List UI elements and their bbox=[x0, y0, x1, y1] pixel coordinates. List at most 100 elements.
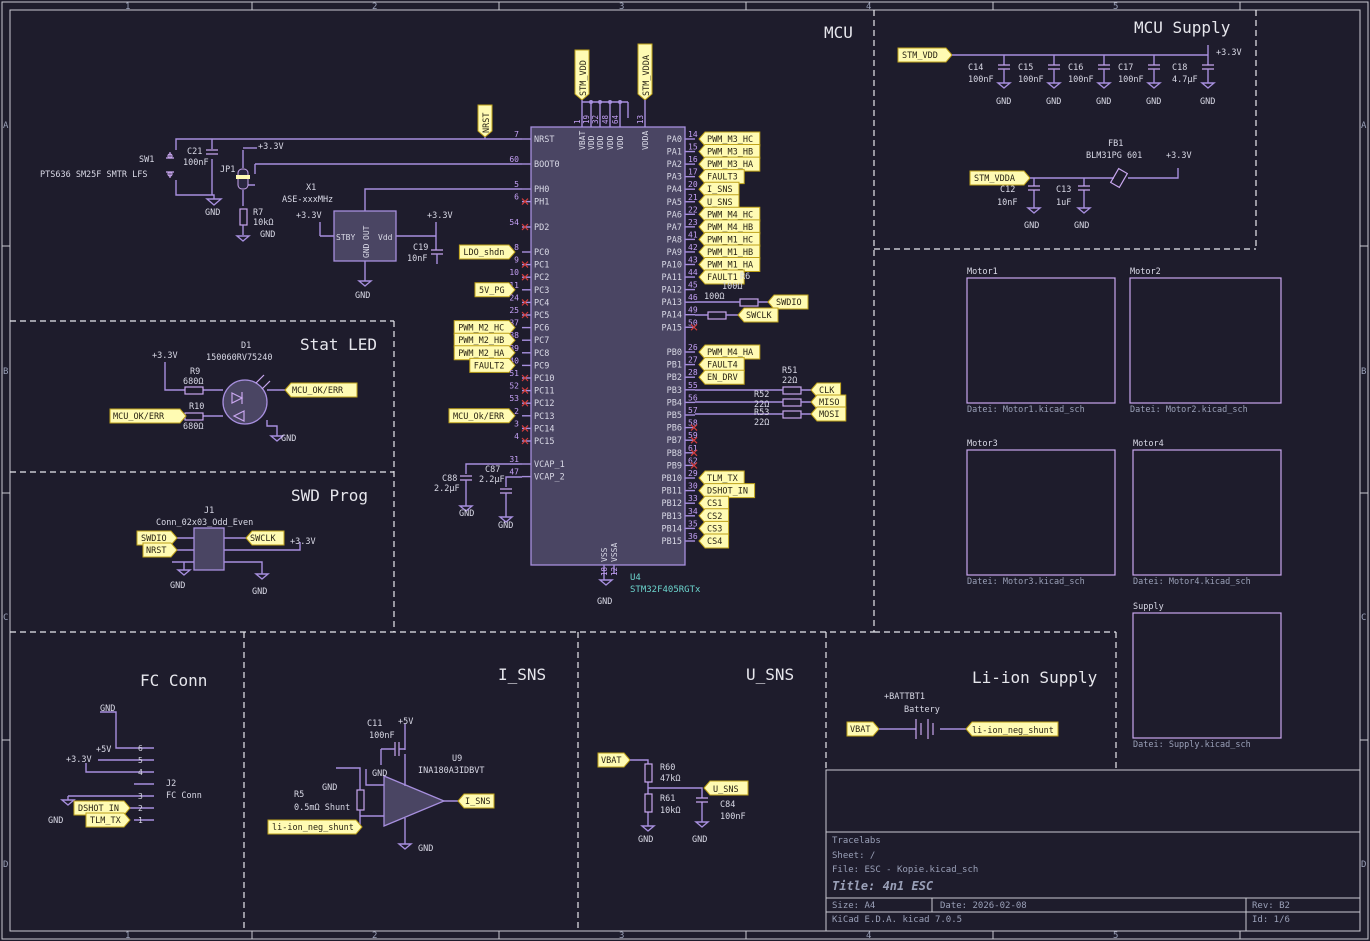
supply-cap-c15[interactable]: C15 100nF GND bbox=[1018, 63, 1062, 107]
label-cs3[interactable]: CS3 bbox=[698, 520, 730, 536]
d1-led[interactable] bbox=[222, 374, 271, 425]
label-pwm-m3-hb[interactable]: PWM_M3_HB bbox=[698, 144, 761, 160]
r53-resistor[interactable] bbox=[782, 410, 802, 419]
mcu-ok-err-in-label[interactable]: MCU_OK/ERR bbox=[109, 408, 187, 424]
label-mcu-ok-err[interactable]: MCU_Ok/ERR bbox=[448, 408, 516, 424]
r6-resistor[interactable] bbox=[739, 298, 759, 307]
nrst-label[interactable]: NRST bbox=[142, 542, 178, 558]
pin-name: PB3 bbox=[667, 386, 682, 396]
label-tlm-tx[interactable]: TLM_TX bbox=[698, 470, 745, 486]
fb1-ferrite[interactable] bbox=[1109, 167, 1129, 189]
hier-sheet-motor4[interactable]: Motor4 Datei: Motor4.kicad_sch bbox=[1132, 439, 1282, 587]
r52-resistor[interactable] bbox=[782, 398, 802, 407]
label-pwm-m1-ha[interactable]: PWM_M1_HA bbox=[698, 257, 761, 272]
hier-sheet-motor1[interactable]: Motor1 Datei: Motor1.kicad_sch bbox=[966, 267, 1116, 415]
label-i-sns[interactable]: I_SNS bbox=[698, 181, 740, 197]
hier-sheet-supply[interactable]: Supply Datei: Supply.kicad_sch bbox=[1132, 602, 1282, 750]
vbat-label-liion[interactable]: VBAT bbox=[846, 721, 880, 737]
pin-name: PC11 bbox=[534, 387, 554, 397]
label-dshot-in[interactable]: DSHOT_IN bbox=[698, 483, 756, 499]
c88-capacitor[interactable] bbox=[460, 475, 472, 481]
r10-resistor[interactable] bbox=[184, 412, 204, 421]
bt1-value: Battery bbox=[904, 705, 940, 715]
label-en-drv[interactable]: EN_DRV bbox=[698, 369, 745, 385]
bt1-battery[interactable] bbox=[879, 719, 966, 739]
nrst-label-top[interactable]: NRST bbox=[477, 104, 493, 138]
hier-sheet-motor2[interactable]: Motor2 Datei: Motor2.kicad_sch bbox=[1129, 267, 1282, 415]
label-fault3[interactable]: FAULT3 bbox=[698, 169, 745, 185]
label-u-sns[interactable]: U_SNS bbox=[698, 194, 740, 210]
jp1-jumper[interactable] bbox=[236, 150, 250, 206]
li-ion-neg-shunt-label-liion[interactable]: li-ion_neg_shunt bbox=[965, 721, 1059, 737]
stm-vdda-label[interactable]: STM_VDDA bbox=[637, 43, 653, 101]
r5-shunt[interactable] bbox=[356, 789, 365, 811]
u-sns-out-label[interactable]: U_SNS bbox=[703, 780, 749, 796]
r61-resistor[interactable] bbox=[644, 793, 653, 813]
hier-sheet-motor3[interactable]: Motor3 Datei: Motor3.kicad_sch bbox=[966, 439, 1116, 587]
supply-cap-c16[interactable]: C16 100nF GND bbox=[1068, 63, 1112, 107]
label-pwm-m4-ha[interactable]: PWM_M4_HA bbox=[698, 344, 761, 360]
label-pwm-m2-hc[interactable]: PWM_M2_HC bbox=[453, 320, 516, 336]
c12-capacitor[interactable] bbox=[1028, 185, 1040, 191]
swclk-ext-label[interactable]: SWCLK bbox=[737, 307, 779, 323]
sheet-file: Datei: Motor2.kicad_sch bbox=[1130, 405, 1248, 415]
label-ldo-shdn[interactable]: LDO_shdn bbox=[458, 244, 516, 260]
mcu-ok-err-out-label[interactable]: MCU_OK/ERR bbox=[284, 382, 358, 398]
vbat-label-usns[interactable]: VBAT bbox=[597, 752, 631, 768]
svg-text:PWM_M4_HC: PWM_M4_HC bbox=[707, 210, 753, 220]
c84-capacitor[interactable] bbox=[696, 797, 708, 803]
cap-value: 4.7µF bbox=[1172, 75, 1198, 85]
label-pwm-m3-hc[interactable]: PWM_M3_HC bbox=[698, 131, 761, 147]
label-pwm-m4-hb[interactable]: PWM_M4_HB bbox=[698, 219, 761, 235]
sw1-value: PTS636 SM25F SMTR LFS bbox=[40, 170, 147, 180]
supply-cap-c17[interactable]: C17 100nF GND bbox=[1118, 63, 1162, 107]
u9-value: INA180A3IDBVT bbox=[418, 766, 485, 776]
label-pwm-m1-hc[interactable]: PWM_M1_HC bbox=[698, 231, 761, 247]
label-pwm-m1-hb[interactable]: PWM_M1_HB bbox=[698, 244, 761, 260]
swclk-label[interactable]: SWCLK bbox=[245, 530, 285, 546]
r7-resistor[interactable] bbox=[239, 208, 248, 226]
x1-oscillator[interactable]: STBY Vdd OUT GND bbox=[320, 188, 522, 281]
mosi-label[interactable]: MOSI bbox=[810, 406, 847, 422]
label-cs1[interactable]: CS1 bbox=[698, 495, 730, 511]
supply-cap-c18[interactable]: C18 4.7µF GND bbox=[1172, 63, 1216, 107]
svg-text:DSHOT_IN: DSHOT_IN bbox=[707, 487, 748, 497]
label-fault2[interactable]: FAULT2 bbox=[469, 357, 516, 373]
r9-resistor[interactable] bbox=[184, 386, 204, 395]
svg-text:STM_VDD: STM_VDD bbox=[902, 51, 938, 61]
label-pwm-m2-hb[interactable]: PWM_M2_HB bbox=[453, 332, 516, 348]
mcu-pin-bottom-1[interactable]: 12 VSSA bbox=[610, 543, 619, 576]
section-title-i-sns: I_SNS bbox=[498, 665, 546, 684]
stm-vdda-supply-label[interactable]: STM_VDDA bbox=[969, 170, 1031, 186]
label-fault4[interactable]: FAULT4 bbox=[698, 357, 745, 373]
c19-capacitor[interactable] bbox=[431, 249, 443, 255]
mcu-u4[interactable]: 7 NRST 60 BOOT0 5 PH0 6 PH1 54 PD2 8 PC0 LDO_shdn 9 PC… bbox=[448, 114, 761, 595]
stm-vdd-label[interactable]: STM_VDD bbox=[574, 49, 590, 101]
c13-capacitor[interactable] bbox=[1078, 185, 1090, 191]
supply-cap-c14[interactable]: C14 100nF GND bbox=[968, 63, 1012, 107]
c21-capacitor[interactable] bbox=[206, 149, 218, 155]
r6b-resistor[interactable] bbox=[707, 311, 727, 320]
r51-resistor[interactable] bbox=[782, 386, 802, 395]
j2-pin-num: 4 bbox=[138, 768, 143, 777]
label-pwm-m3-ha[interactable]: PWM_M3_HA bbox=[698, 156, 761, 172]
stm-vdd-supply-label[interactable]: STM_VDD bbox=[897, 47, 953, 63]
u9-amplifier[interactable] bbox=[360, 724, 458, 844]
c87-capacitor[interactable] bbox=[500, 488, 512, 494]
li-ion-neg-shunt-label-isns[interactable]: li-ion_neg_shunt bbox=[267, 819, 363, 835]
label-cs2[interactable]: CS2 bbox=[698, 508, 730, 524]
i-sns-out-label[interactable]: I_SNS bbox=[457, 793, 495, 809]
mcu-pin-bottom-0[interactable]: 18VSS bbox=[600, 547, 609, 576]
tlm-tx-label[interactable]: TLM_TX bbox=[85, 812, 131, 828]
pin-num: 17 bbox=[688, 168, 698, 177]
swdio-ext-label[interactable]: SWDIO bbox=[767, 294, 809, 310]
c21-ref: C21 bbox=[187, 147, 202, 157]
svg-text:CS3: CS3 bbox=[707, 524, 722, 534]
r60-resistor[interactable] bbox=[644, 763, 653, 783]
pin-num: 5 bbox=[514, 180, 519, 189]
label-cs4[interactable]: CS4 bbox=[698, 533, 730, 549]
label-pwm-m2-ha[interactable]: PWM_M2_HA bbox=[453, 345, 516, 361]
sw1-switch[interactable] bbox=[166, 152, 174, 178]
c11-capacitor[interactable] bbox=[394, 742, 400, 756]
label-pwm-m4-hc[interactable]: PWM_M4_HC bbox=[698, 206, 761, 222]
